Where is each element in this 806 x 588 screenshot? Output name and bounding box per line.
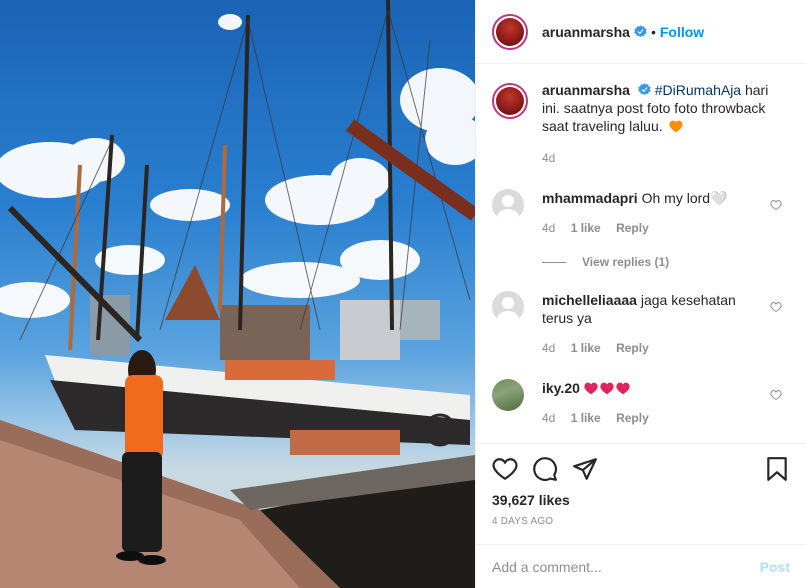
caption: aruanmarsha #DiRumahAja hari ini. saatny…	[492, 81, 790, 167]
bookmark-icon[interactable]	[764, 456, 790, 482]
caption-age[interactable]: 4d	[542, 149, 790, 167]
comment-icon[interactable]	[532, 456, 558, 482]
heart-icon[interactable]	[492, 456, 518, 482]
likes-count[interactable]: 39,627 likes	[492, 492, 790, 508]
comment-likes[interactable]: 1 like	[571, 221, 601, 235]
add-comment-bar: Add a comment... Post	[476, 544, 806, 588]
caption-avatar[interactable]	[492, 83, 528, 119]
post-header: aruanmarsha • Follow	[476, 0, 806, 64]
like-comment-heart-icon[interactable]	[770, 301, 782, 313]
verified-badge-icon	[634, 25, 647, 38]
reply-button[interactable]: Reply	[616, 221, 649, 235]
author-avatar[interactable]	[492, 13, 528, 50]
comment-age[interactable]: 4d	[542, 411, 555, 425]
caption-username[interactable]: aruanmarsha	[542, 82, 630, 98]
reply-button[interactable]: Reply	[616, 341, 649, 355]
comment-username[interactable]: michelleliaaaa	[542, 292, 637, 308]
red-heart-icon	[584, 382, 598, 395]
author-username[interactable]: aruanmarsha	[542, 24, 630, 40]
comment-username[interactable]: iky.20	[542, 380, 580, 396]
orange-heart-icon	[668, 120, 683, 133]
comment-age[interactable]: 4d	[542, 341, 555, 355]
post-date[interactable]: 4 DAYS AGO	[492, 516, 790, 527]
comment-input[interactable]: Add a comment...	[492, 559, 760, 575]
comment-item: mhammadapri Oh my lord🤍 4d 1 like Reply	[492, 189, 790, 237]
harbor-photo-illustration	[0, 0, 475, 588]
post-comment-button[interactable]: Post	[760, 559, 790, 575]
comment-likes[interactable]: 1 like	[571, 341, 601, 355]
default-avatar-icon[interactable]	[492, 291, 524, 323]
caption-hashtag[interactable]: #DiRumahAja	[655, 82, 741, 98]
comment-emojis	[584, 380, 632, 396]
comment-item: michelleliaaaa jaga kesehatan terus ya 4…	[492, 291, 790, 357]
like-comment-heart-icon[interactable]	[770, 199, 782, 211]
like-comment-heart-icon[interactable]	[770, 389, 782, 401]
verified-badge-icon	[638, 83, 651, 96]
view-replies-link[interactable]: View replies (1)	[542, 255, 790, 269]
red-heart-icon	[616, 382, 630, 395]
comment-username[interactable]: mhammadapri	[542, 190, 638, 206]
comment-text: Oh my lord🤍	[641, 190, 728, 206]
reply-button[interactable]: Reply	[616, 411, 649, 425]
comment-likes[interactable]: 1 like	[571, 411, 601, 425]
red-heart-icon	[600, 382, 614, 395]
post-side-panel: aruanmarsha • Follow aruanmarsha #DiRuma…	[475, 0, 806, 588]
comments-list[interactable]: aruanmarsha #DiRumahAja hari ini. saatny…	[476, 65, 806, 442]
photo-avatar[interactable]	[492, 379, 524, 411]
follow-button[interactable]: Follow	[660, 24, 704, 40]
comment-age[interactable]: 4d	[542, 221, 555, 235]
post-actions: 39,627 likes 4 DAYS AGO	[476, 443, 806, 527]
header-separator: •	[650, 23, 656, 40]
default-avatar-icon[interactable]	[492, 189, 524, 221]
view-replies-label: View replies (1)	[582, 255, 670, 269]
share-icon[interactable]	[572, 456, 598, 482]
comment-item: iky.20 4d 1 like Reply	[492, 379, 790, 427]
post-photo[interactable]	[0, 0, 475, 588]
